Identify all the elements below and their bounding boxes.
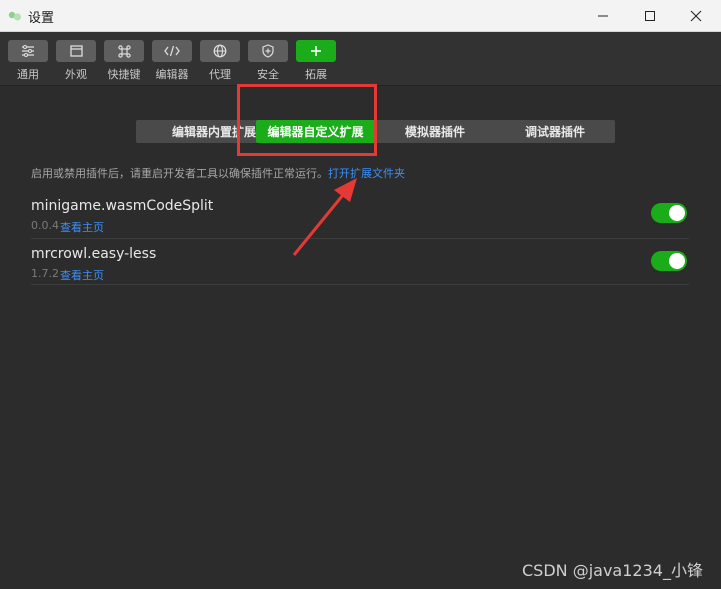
window-icon xyxy=(69,45,83,57)
close-icon xyxy=(690,10,702,22)
plugin-name: mrcrowl.easy-less xyxy=(31,246,157,262)
list-item: mrcrowl.easy-less 1.7.2 查看主页 xyxy=(31,246,689,294)
maximize-icon xyxy=(645,11,655,21)
plus-icon xyxy=(311,46,321,56)
restart-hint: 启用或禁用插件后，请重启开发者工具以确保插件正常运行。打开扩展文件夹 xyxy=(31,165,405,181)
settings-toolbar: 通用 外观 快捷键 编辑器 代理 安全 拓展 xyxy=(0,32,721,86)
tab-debugger-plugins[interactable]: 调试器插件 xyxy=(495,120,615,143)
close-button[interactable] xyxy=(673,0,719,32)
divider xyxy=(31,238,689,239)
code-icon xyxy=(164,45,180,57)
toolbar-item-proxy[interactable]: 代理 xyxy=(200,40,240,84)
plugin-homepage-link[interactable]: 查看主页 xyxy=(60,219,104,235)
toolbar-item-editor[interactable]: 编辑器 xyxy=(152,40,192,84)
window-title: 设置 xyxy=(28,11,55,26)
shield-icon xyxy=(262,44,274,58)
toolbar-label: 编辑器 xyxy=(155,68,189,81)
toolbar-label: 拓展 xyxy=(305,68,327,81)
annotation-highlight-box xyxy=(237,84,377,156)
toolbar-item-security[interactable]: 安全 xyxy=(248,40,288,84)
title-bar: 设置 xyxy=(0,0,721,32)
toolbar-item-extensions[interactable]: 拓展 xyxy=(296,40,336,84)
plugin-version: 1.7.2 xyxy=(31,267,59,280)
divider xyxy=(31,284,689,285)
watermark: CSDN @java1234_小锋 xyxy=(522,561,703,580)
toggle-knob xyxy=(669,253,685,269)
tab-label: 调试器插件 xyxy=(524,125,585,139)
plugin-enable-toggle[interactable] xyxy=(651,251,687,271)
toolbar-label: 代理 xyxy=(209,68,231,81)
toolbar-label: 通用 xyxy=(17,68,39,81)
app-logo-icon xyxy=(8,11,22,21)
minimize-icon xyxy=(598,15,608,17)
toolbar-item-shortcuts[interactable]: 快捷键 xyxy=(104,40,144,84)
sliders-icon xyxy=(22,45,34,57)
maximize-button[interactable] xyxy=(627,0,673,32)
plugin-enable-toggle[interactable] xyxy=(651,203,687,223)
minimize-button[interactable] xyxy=(580,0,626,32)
toolbar-item-appearance[interactable]: 外观 xyxy=(56,40,96,84)
open-extensions-folder-link[interactable]: 打开扩展文件夹 xyxy=(328,167,405,180)
tab-simulator-plugins[interactable]: 模拟器插件 xyxy=(375,120,495,143)
plugin-homepage-link[interactable]: 查看主页 xyxy=(60,267,104,283)
plugin-version: 0.0.4 xyxy=(31,219,59,232)
toolbar-label: 快捷键 xyxy=(107,68,141,81)
toolbar-item-general[interactable]: 通用 xyxy=(8,40,48,84)
toggle-knob xyxy=(669,205,685,221)
plugin-name: minigame.wasmCodeSplit xyxy=(31,198,214,214)
command-icon xyxy=(117,44,131,58)
toolbar-label: 外观 xyxy=(65,68,87,81)
tab-label: 模拟器插件 xyxy=(404,125,465,139)
toolbar-label: 安全 xyxy=(257,68,279,81)
hint-text: 启用或禁用插件后，请重启开发者工具以确保插件正常运行。 xyxy=(31,167,328,180)
globe-icon xyxy=(213,44,227,58)
